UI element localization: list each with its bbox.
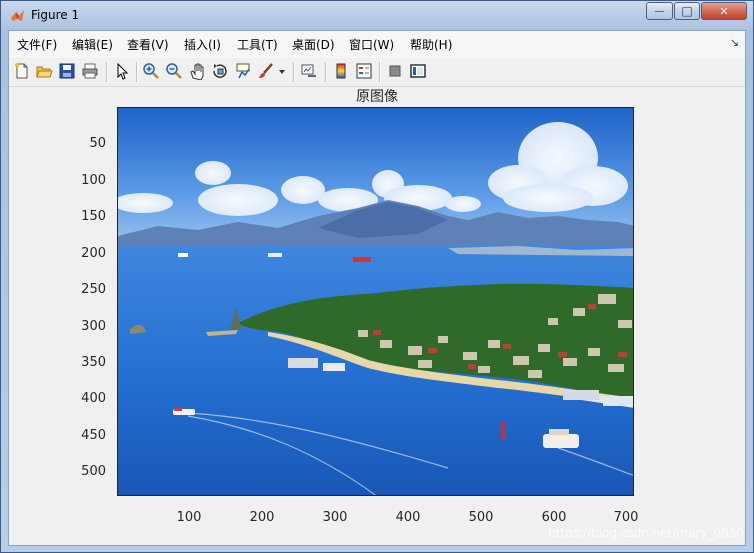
- menu-help[interactable]: 帮助(H): [410, 36, 452, 53]
- axes-title: 原图像: [356, 89, 398, 105]
- zoom-in-icon[interactable]: [142, 62, 160, 80]
- show-plot-tools-icon[interactable]: [409, 62, 427, 80]
- image-axes[interactable]: [117, 107, 634, 496]
- print-icon[interactable]: [81, 62, 99, 80]
- menu-window[interactable]: 窗口(W): [349, 36, 394, 53]
- x-tick-label: 700: [613, 510, 639, 525]
- link-plot-icon[interactable]: [300, 62, 318, 80]
- pointer-icon[interactable]: [113, 62, 131, 80]
- menu-insert[interactable]: 插入(I): [184, 36, 221, 53]
- brush-icon[interactable]: [257, 62, 275, 80]
- brush-dropdown-icon[interactable]: [277, 62, 287, 80]
- toolbar-separator: [136, 62, 138, 82]
- y-tick-label: 100: [81, 173, 106, 188]
- y-tick-label: 450: [81, 428, 106, 443]
- menu-bar: 文件(F) 编辑(E) 查看(V) 插入(I) 工具(T) 桌面(D) 窗口(W…: [9, 31, 745, 59]
- hide-plot-tools-icon[interactable]: [386, 62, 404, 80]
- x-tick-label: 200: [249, 510, 275, 525]
- menu-file[interactable]: 文件(F): [17, 36, 57, 53]
- x-tick-label: 500: [468, 510, 494, 525]
- y-tick-label: 150: [81, 209, 106, 224]
- colorbar-icon[interactable]: [332, 62, 350, 80]
- maximize-icon: □: [681, 4, 693, 18]
- maximize-button[interactable]: □: [674, 2, 700, 20]
- minimize-button[interactable]: —: [646, 2, 673, 20]
- y-tick-label: 300: [81, 319, 106, 334]
- x-tick-label: 100: [176, 510, 202, 525]
- window-title: Figure 1: [31, 8, 80, 22]
- y-tick-label: 200: [81, 246, 106, 261]
- undock-icon[interactable]: ↘: [730, 36, 739, 49]
- coastal-island-image: [118, 108, 633, 495]
- menu-view[interactable]: 查看(V): [127, 36, 169, 53]
- x-tick-label: 400: [395, 510, 421, 525]
- y-tick-label: 250: [81, 282, 106, 297]
- x-tick-label: 600: [541, 510, 567, 525]
- toolbar-separator: [325, 62, 327, 82]
- figure-toolbar: [9, 58, 745, 87]
- zoom-out-icon[interactable]: [165, 62, 183, 80]
- close-icon: ✕: [719, 4, 729, 18]
- menu-tools[interactable]: 工具(T): [237, 36, 278, 53]
- open-file-icon[interactable]: [35, 62, 53, 80]
- data-cursor-icon[interactable]: [234, 62, 252, 80]
- new-figure-icon[interactable]: [13, 62, 31, 80]
- x-tick-label: 300: [322, 510, 348, 525]
- y-tick-label: 50: [89, 136, 106, 151]
- y-tick-label: 500: [81, 464, 106, 479]
- close-button[interactable]: ✕: [701, 2, 747, 20]
- title-bar[interactable]: Figure 1 — □ ✕: [1, 1, 753, 30]
- toolbar-separator: [379, 62, 381, 82]
- y-tick-label: 400: [81, 391, 106, 406]
- menu-desktop[interactable]: 桌面(D): [292, 36, 335, 53]
- matlab-icon: [11, 10, 24, 21]
- toolbar-separator: [106, 62, 108, 82]
- toolbar-separator: [293, 62, 295, 82]
- menu-edit[interactable]: 编辑(E): [72, 36, 113, 53]
- pan-icon[interactable]: [188, 62, 206, 80]
- minimize-icon: —: [654, 5, 665, 17]
- legend-icon[interactable]: [355, 62, 373, 80]
- rotate-3d-icon[interactable]: [211, 62, 229, 80]
- save-icon[interactable]: [58, 62, 76, 80]
- watermark: https://blog.csdn.net/mary_0830: [548, 526, 744, 540]
- y-tick-label: 350: [81, 355, 106, 370]
